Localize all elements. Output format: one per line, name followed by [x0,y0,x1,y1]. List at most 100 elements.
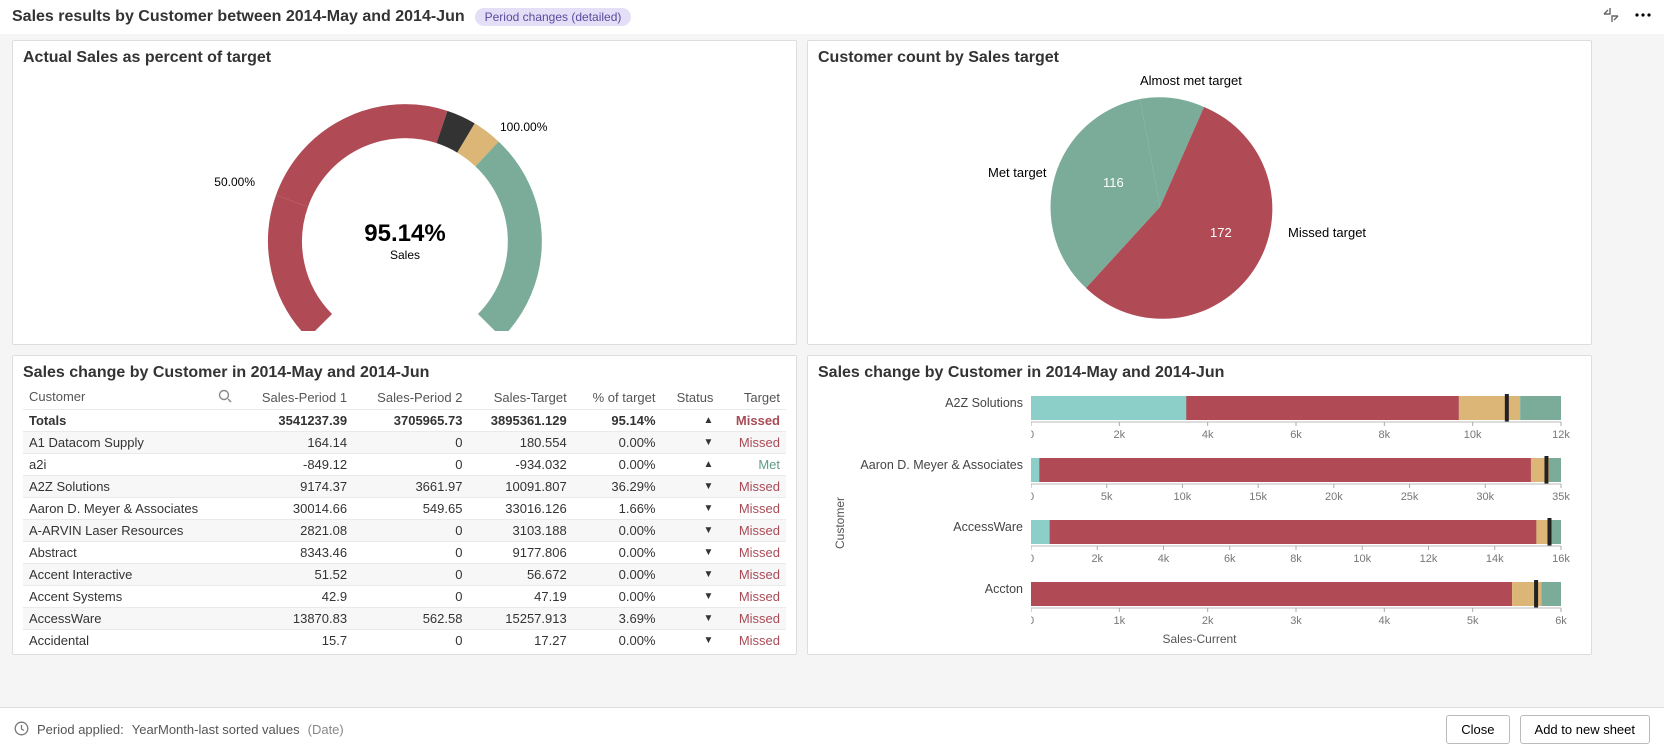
page-header: Sales results by Customer between 2014-M… [0,0,1664,34]
svg-text:4k: 4k [1202,429,1214,441]
col-customer[interactable]: Customer [23,386,238,410]
table-row[interactable]: Aaron D. Meyer & Associates30014.66549.6… [23,498,786,520]
period-changes-badge[interactable]: Period changes (detailed) [475,8,632,26]
cell-customer: a2i [23,454,238,476]
cell-tgt: 9177.806 [468,542,572,564]
svg-text:30k: 30k [1476,491,1494,503]
svg-text:0: 0 [1031,615,1034,627]
search-icon[interactable] [218,389,232,406]
col-status[interactable]: Status [662,386,720,410]
cell-pct: 0.00% [573,630,662,652]
cell-pct: 3.69% [573,608,662,630]
table-row[interactable]: AccessWare13870.83562.5815257.9133.69%▼M… [23,608,786,630]
cell-p2: 0 [353,630,468,652]
svg-text:15k: 15k [1249,491,1267,503]
card-table[interactable]: Sales change by Customer in 2014-May and… [12,355,797,655]
bar-row: Aaron D. Meyer & Associates05k10k15k20k2… [842,448,1581,510]
cell-target: Missed [719,586,786,608]
cell-p1: 164.14 [238,432,353,454]
cell-pct: 0.00% [573,542,662,564]
gauge-chart: 95.14% Sales 0.00% 50.00% 100.00% 150.00… [23,71,786,331]
cell-tgt: 33016.126 [468,498,572,520]
cell-pct: 0.00% [573,586,662,608]
svg-text:2k: 2k [1091,553,1103,565]
pie-chart: 116 172 Almost met target Met target Mis… [818,67,1581,327]
cell-target: Missed [719,498,786,520]
card-pie[interactable]: Customer count by Sales target 116 172 A… [807,40,1592,345]
cell-p1: 51.52 [238,564,353,586]
cell-p1: 13870.83 [238,608,353,630]
close-button[interactable]: Close [1446,715,1509,744]
cell-status: ▼ [662,476,720,498]
table-row[interactable]: A1 Datacom Supply164.140180.5540.00%▼Mis… [23,432,786,454]
svg-text:14k: 14k [1486,553,1504,565]
cell-status: ▼ [662,608,720,630]
add-to-sheet-button[interactable]: Add to new sheet [1520,715,1650,744]
svg-text:8k: 8k [1379,429,1391,441]
cell-p2: 3705965.73 [353,410,468,432]
col-tgt[interactable]: Sales-Target [468,386,572,410]
bar-label: A2Z Solutions [842,386,1031,410]
cell-customer: Accidental [23,630,238,652]
svg-text:20k: 20k [1325,491,1343,503]
collapse-icon[interactable] [1602,6,1620,24]
cell-p1: 3541237.39 [238,410,353,432]
table-row[interactable]: Accent Interactive51.52056.6720.00%▼Miss… [23,564,786,586]
table-header-row: Customer Sales-Period 1 Sales-Period 2 S… [23,386,786,410]
gauge-title: Actual Sales as percent of target [23,49,786,67]
table-row[interactable]: A-ARVIN Laser Resources2821.0803103.1880… [23,520,786,542]
col-p1[interactable]: Sales-Period 1 [238,386,353,410]
cell-status: ▲ [662,410,720,432]
cell-tgt: -934.032 [468,454,572,476]
cell-target: Missed [719,410,786,432]
svg-text:6k: 6k [1224,553,1236,565]
card-bars[interactable]: Sales change by Customer in 2014-May and… [807,355,1592,655]
col-target[interactable]: Target [719,386,786,410]
cell-p2: 549.65 [353,498,468,520]
cell-p1: 2821.08 [238,520,353,542]
col-pct[interactable]: % of target [573,386,662,410]
cell-customer: Totals [23,410,238,432]
cell-target: Met [719,454,786,476]
footer-dim: (Date) [308,722,344,737]
bar-row: A2Z Solutions02k4k6k8k10k12k [842,386,1581,448]
cell-p2: 0 [353,564,468,586]
cell-p1: 30014.66 [238,498,353,520]
table-row[interactable]: A2Z Solutions9174.373661.9710091.80736.2… [23,476,786,498]
bars-ylabel: Customer [833,497,847,549]
pie-title: Customer count by Sales target [818,49,1581,67]
svg-text:16k: 16k [1552,553,1570,565]
table-row[interactable]: Totals3541237.393705965.733895361.12995.… [23,410,786,432]
cell-p1: 42.9 [238,586,353,608]
cell-p2: 3661.97 [353,476,468,498]
table-row[interactable]: Accidental15.7017.270.00%▼Missed [23,630,786,652]
pie-met-label: Met target [988,165,1047,180]
table-row[interactable]: a2i-849.120-934.0320.00%▲Met [23,454,786,476]
cell-tgt: 180.554 [468,432,572,454]
cell-pct: 95.14% [573,410,662,432]
card-gauge[interactable]: Actual Sales as percent of target 95.14%… [12,40,797,345]
table-row[interactable]: Accent Systems42.9047.190.00%▼Missed [23,586,786,608]
clock-icon [14,721,29,739]
cell-pct: 1.66% [573,498,662,520]
cell-status: ▼ [662,432,720,454]
more-icon[interactable] [1634,6,1652,24]
table-row[interactable]: Abstract8343.4609177.8060.00%▼Missed [23,542,786,564]
svg-text:1k: 1k [1114,615,1126,627]
gauge-tick-1: 50.00% [214,175,255,189]
cell-status: ▼ [662,498,720,520]
svg-text:6k: 6k [1555,615,1567,627]
cell-customer: Abstract [23,542,238,564]
svg-text:4k: 4k [1158,553,1170,565]
svg-text:6k: 6k [1290,429,1302,441]
bars-title: Sales change by Customer in 2014-May and… [818,364,1581,382]
cell-target: Missed [719,564,786,586]
cell-customer: Aaron D. Meyer & Associates [23,498,238,520]
cell-p2: 0 [353,432,468,454]
cell-p1: 9174.37 [238,476,353,498]
svg-text:12k: 12k [1552,429,1570,441]
col-p2[interactable]: Sales-Period 2 [353,386,468,410]
cell-p2: 0 [353,542,468,564]
cell-status: ▼ [662,630,720,652]
bar-row: Accton01k2k3k4k5k6k [842,572,1581,634]
